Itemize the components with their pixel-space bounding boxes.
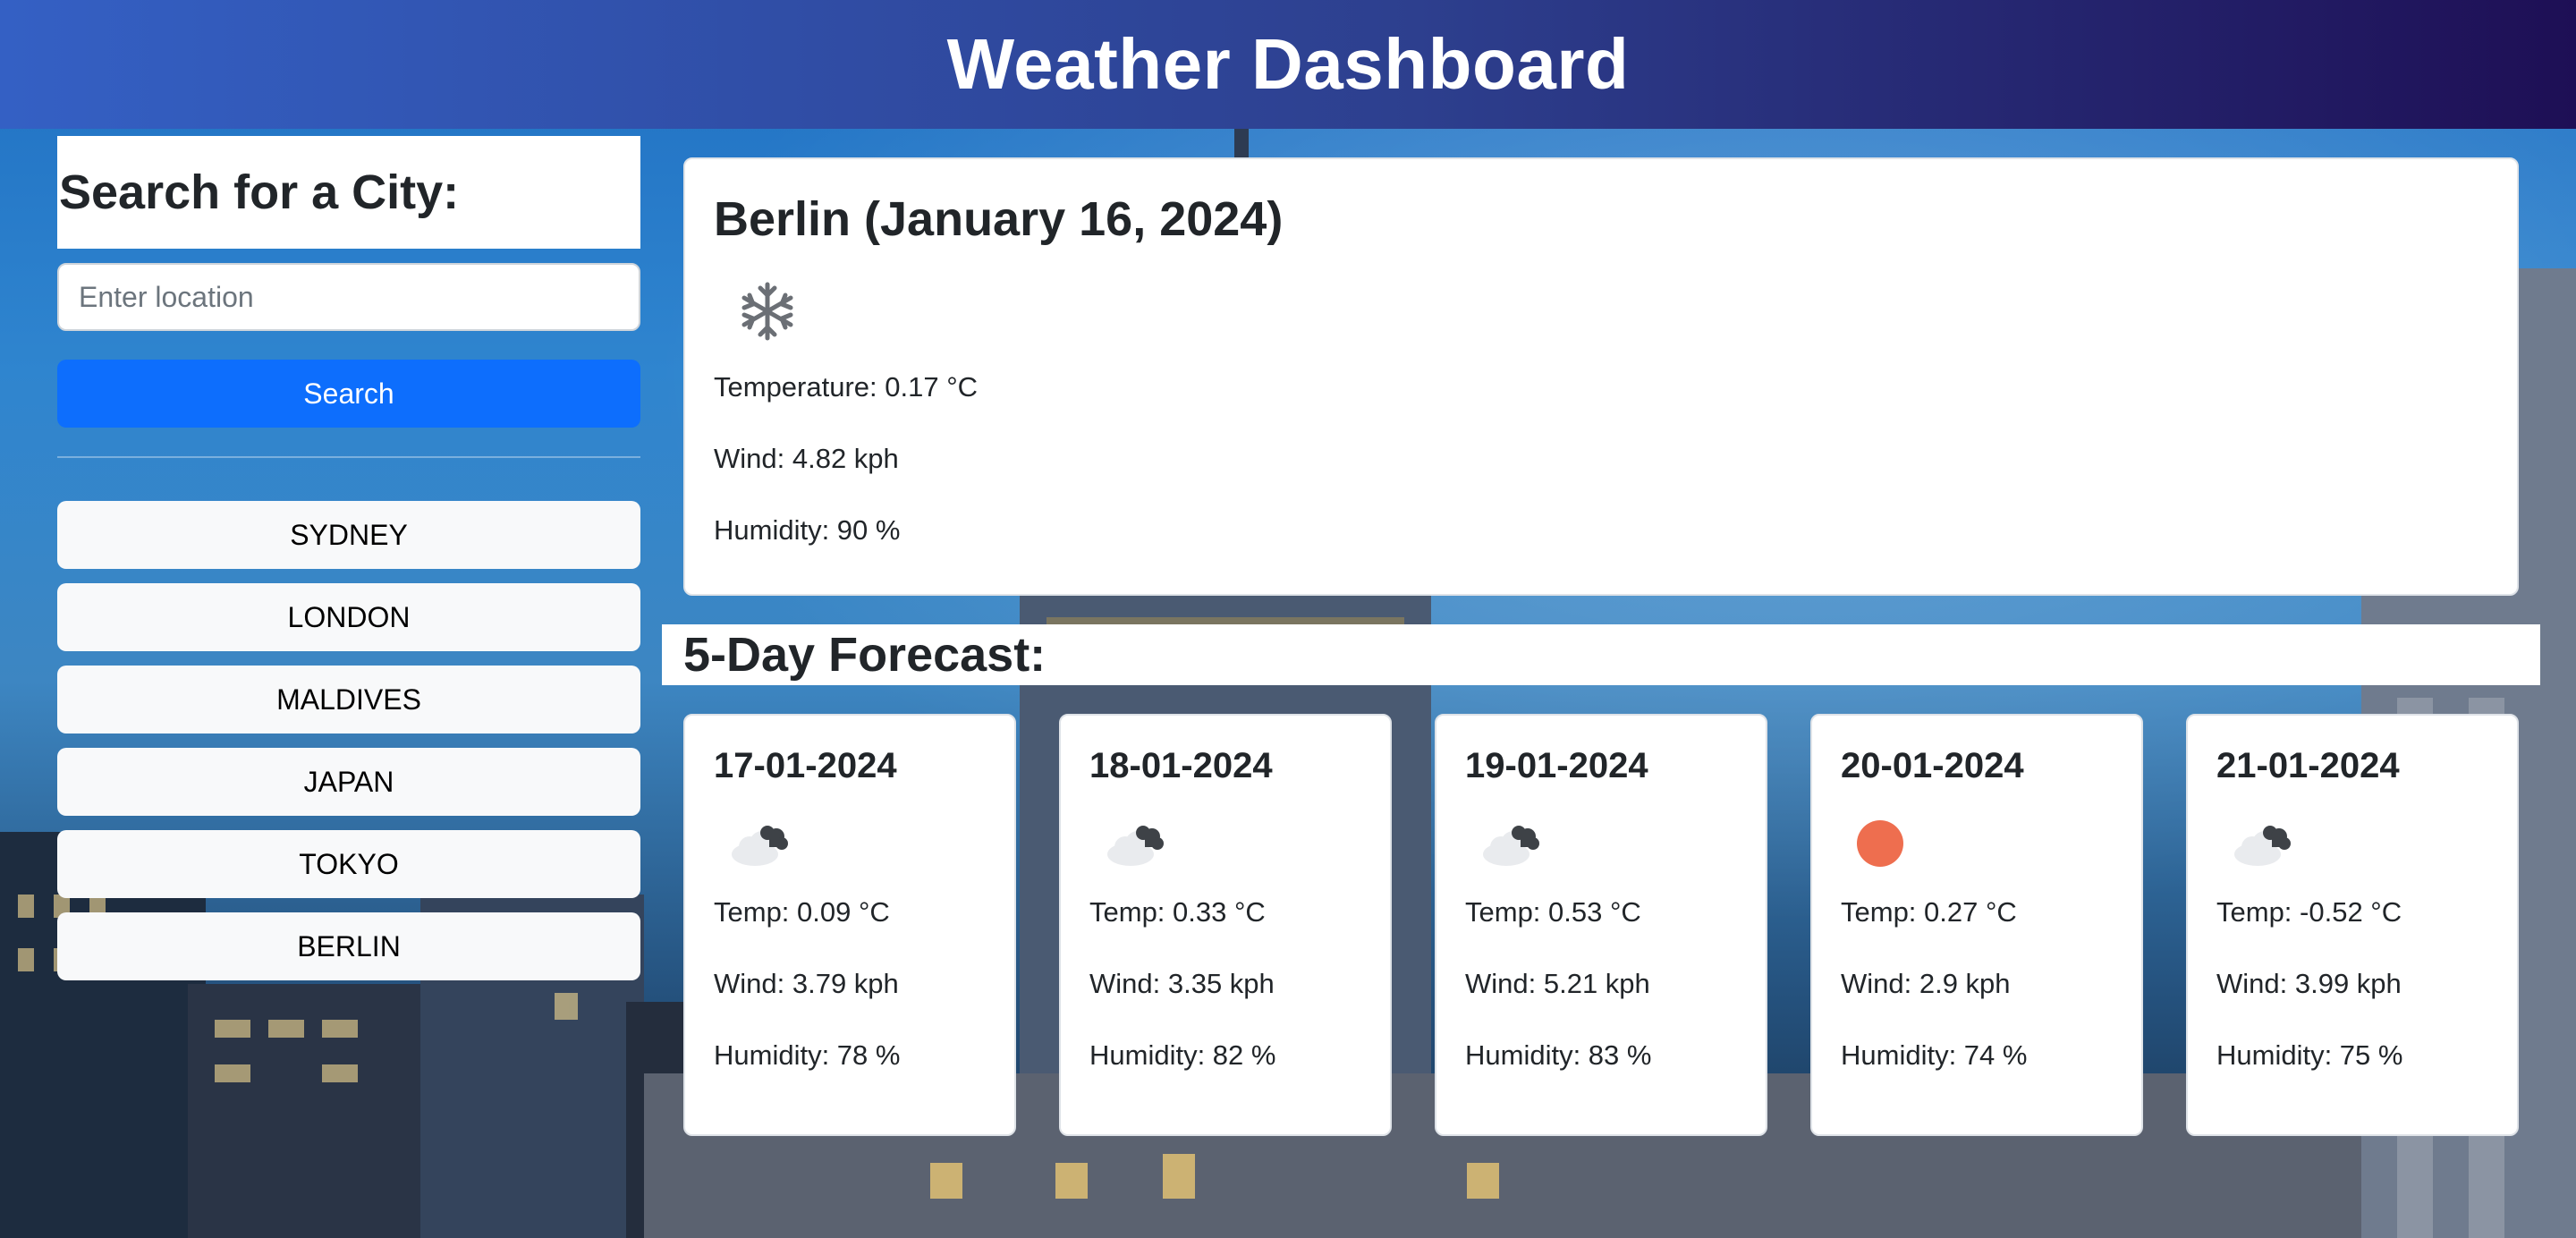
history-button-london[interactable]: LONDON	[57, 583, 640, 651]
forecast-card: 20-01-2024 Temp: 0.27 °C Wind: 2.9 kph H…	[1810, 714, 2143, 1136]
forecast-temp: Temp: 0.27 °C	[1841, 896, 2017, 928]
current-humidity: Humidity: 90 %	[714, 514, 901, 546]
forecast-temp: Temp: -0.52 °C	[2216, 896, 2402, 928]
search-heading: Search for a City:	[57, 136, 640, 249]
forecast-card: 19-01-2024 Temp: 0.53 °C Wind: 5.21 kph …	[1435, 714, 1767, 1136]
forecast-humidity: Humidity: 74 %	[1841, 1039, 2028, 1071]
cloudy-icon	[1107, 826, 1164, 866]
history-button-maldives[interactable]: MALDIVES	[57, 666, 640, 733]
forecast-humidity: Humidity: 78 %	[714, 1039, 901, 1071]
forecast-wind: Wind: 2.9 kph	[1841, 968, 2011, 999]
cloudy-icon	[2234, 826, 2291, 866]
app-header: Weather Dashboard	[0, 0, 2576, 129]
forecast-date: 21-01-2024	[2216, 746, 2400, 785]
search-history-list: SYDNEY LONDON MALDIVES JAPAN TOKYO BERLI…	[57, 501, 640, 980]
current-weather-card: Berlin (January 16, 2024) Temperature: 0…	[683, 157, 2519, 596]
current-temperature: Temperature: 0.17 °C	[714, 371, 978, 403]
history-button-berlin[interactable]: BERLIN	[57, 912, 640, 980]
sun-icon	[1857, 820, 1903, 867]
forecast-temp: Temp: 0.53 °C	[1465, 896, 1641, 928]
sidebar: Search for a City: Search SYDNEY LONDON …	[57, 136, 640, 995]
forecast-temp: Temp: 0.33 °C	[1089, 896, 1266, 928]
history-button-japan[interactable]: JAPAN	[57, 748, 640, 816]
forecast-humidity: Humidity: 75 %	[2216, 1039, 2403, 1071]
current-wind: Wind: 4.82 kph	[714, 443, 899, 474]
divider	[57, 456, 640, 458]
app-title: Weather Dashboard	[946, 24, 1630, 104]
forecast-date: 18-01-2024	[1089, 746, 1273, 785]
forecast-card: 21-01-2024 Temp: -0.52 °C Wind: 3.99 kph…	[2186, 714, 2519, 1136]
forecast-card: 17-01-2024 Temp: 0.09 °C Wind: 3.79 kph …	[683, 714, 1016, 1136]
forecast-wind: Wind: 3.35 kph	[1089, 968, 1275, 999]
cloudy-icon	[732, 826, 788, 866]
forecast-date: 19-01-2024	[1465, 746, 1648, 785]
forecast-card: 18-01-2024 Temp: 0.33 °C Wind: 3.35 kph …	[1059, 714, 1392, 1136]
forecast-date: 20-01-2024	[1841, 746, 2024, 785]
history-button-sydney[interactable]: SYDNEY	[57, 501, 640, 569]
forecast-heading: 5-Day Forecast:	[662, 624, 2540, 685]
cloudy-icon	[1483, 826, 1539, 866]
current-city-title: Berlin (January 16, 2024)	[714, 192, 1284, 246]
search-button[interactable]: Search	[57, 360, 640, 428]
history-button-tokyo[interactable]: TOKYO	[57, 830, 640, 898]
forecast-wind: Wind: 3.79 kph	[714, 968, 899, 999]
forecast-wind: Wind: 3.99 kph	[2216, 968, 2402, 999]
forecast-humidity: Humidity: 83 %	[1465, 1039, 1652, 1071]
snow-icon	[741, 282, 793, 341]
location-search-input[interactable]	[57, 263, 640, 331]
forecast-wind: Wind: 5.21 kph	[1465, 968, 1650, 999]
forecast-temp: Temp: 0.09 °C	[714, 896, 890, 928]
forecast-row: 17-01-2024 Temp: 0.09 °C Wind: 3.79 kph …	[683, 714, 2519, 1136]
forecast-date: 17-01-2024	[714, 746, 897, 785]
forecast-humidity: Humidity: 82 %	[1089, 1039, 1276, 1071]
